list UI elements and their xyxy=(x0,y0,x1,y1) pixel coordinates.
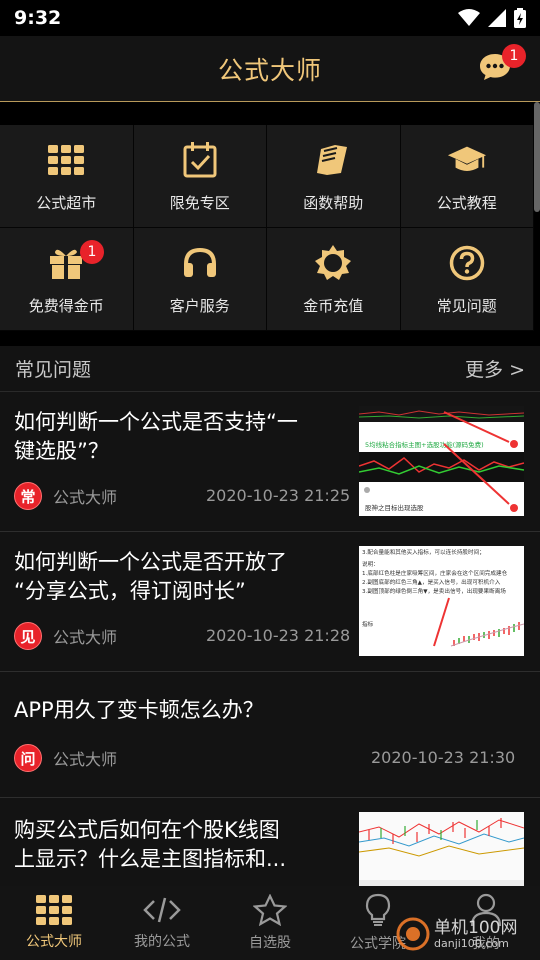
grid-icon xyxy=(36,895,72,925)
page-title: 公式大师 xyxy=(217,55,322,85)
thumb-caption: 3.副图顶部的绿色倒三角▼，是卖出信号，出现要果断离场 xyxy=(362,587,506,595)
article-thumbnail xyxy=(359,812,524,886)
grid-label: 免费得金币 xyxy=(28,296,104,315)
grid-item-tutorial[interactable]: 公式教程 xyxy=(400,125,534,228)
status-time: 9:32 xyxy=(14,7,62,29)
grid-item-free-zone[interactable]: 限免专区 xyxy=(133,125,267,228)
article-title: 购买公式后如何在个股K线图 上显示？什么是主图指标和... xyxy=(14,818,287,871)
nav-label: 自选股 xyxy=(249,935,291,951)
author: 公式大师 xyxy=(53,628,118,647)
feature-grid: 公式超市 限免专区 函数帮助 公式教程 免费得金币 1 客户服务 金币充值 常见… xyxy=(0,125,534,331)
bulb-icon xyxy=(365,893,391,926)
article-date: 2020-10-23 21:25 xyxy=(206,486,351,505)
star-icon xyxy=(253,894,287,926)
author: 公式大师 xyxy=(53,488,118,507)
grid-label: 常见问题 xyxy=(436,296,497,315)
grid-label: 公式教程 xyxy=(436,193,497,212)
grid-item-faq[interactable]: 常见问题 xyxy=(400,228,534,331)
battery-icon xyxy=(514,8,526,28)
message-badge: 1 xyxy=(502,44,526,68)
article-item[interactable]: 如何判断一个公式是否开放了 “分享公式，得订阅时长” 见 公式大师 2020-1… xyxy=(0,532,540,672)
watermark: 单机100网 danji100.com xyxy=(396,910,536,958)
article-meta: 常 公式大师 xyxy=(14,482,117,510)
sun-icon xyxy=(313,243,353,283)
article-date: 2020-10-23 21:28 xyxy=(206,626,351,645)
article-item[interactable]: 购买公式后如何在个股K线图 上显示？什么是主图指标和... xyxy=(0,798,540,886)
grid-label: 客户服务 xyxy=(169,296,230,315)
nav-tab-my-formulas[interactable]: 我的公式 xyxy=(108,886,216,960)
book-icon xyxy=(313,140,353,180)
headset-icon xyxy=(180,243,220,283)
faq-header: 常见问题 更多 > xyxy=(0,346,540,392)
watermark-text: 单机100网 danji100.com xyxy=(434,917,518,950)
status-bar: 9:32 xyxy=(0,0,540,36)
article-meta: 见 公式大师 xyxy=(14,622,117,650)
grid-label: 金币充值 xyxy=(303,296,364,315)
notification-badge: 1 xyxy=(80,240,104,264)
wifi-icon xyxy=(458,9,480,26)
code-icon xyxy=(143,897,181,923)
article-thumbnail: 5均线粘合指标主图+选股功能(源码免费) 股神之目标出现选股 xyxy=(359,406,524,516)
grid-item-free-coins[interactable]: 免费得金币 1 xyxy=(0,228,134,331)
status-icons xyxy=(458,8,526,28)
thumb-caption: 3.配合量能和其他买入指标，可以连长持股时间； xyxy=(362,548,485,556)
article-thumbnail: 3.配合量能和其他买入指标，可以连长持股时间； 说明： 1.底部红色柱是庄家吸筹… xyxy=(359,546,524,656)
thumb-caption: 股神之目标出现选股 xyxy=(365,503,424,512)
avatar: 问 xyxy=(14,744,42,772)
messages-button[interactable]: 1 xyxy=(478,44,526,88)
signal-icon xyxy=(488,9,506,27)
article-title: APP用久了变卡顿怎么办？ xyxy=(14,698,264,722)
calendar-check-icon xyxy=(180,140,220,180)
grid-label: 函数帮助 xyxy=(303,193,364,212)
thumb-caption: 1.底部红色柱是庄家吸筹区间，庄家会在这个区间完成建仓 xyxy=(362,569,508,577)
graduation-cap-icon xyxy=(447,140,487,180)
nav-tab-formula-master[interactable]: 公式大师 xyxy=(0,886,108,960)
article-item[interactable]: APP用久了变卡顿怎么办？ 问 公式大师 2020-10-23 21:30 xyxy=(0,672,540,798)
scrollbar[interactable] xyxy=(534,102,540,212)
app-header: 公式大师 1 xyxy=(0,36,540,102)
thumb-caption: 说明： xyxy=(362,560,379,568)
grid-item-function-help[interactable]: 函数帮助 xyxy=(267,125,401,228)
faq-title: 常见问题 xyxy=(15,359,92,381)
grid-label: 限免专区 xyxy=(169,193,230,212)
nav-tab-watchlist[interactable]: 自选股 xyxy=(216,886,324,960)
nav-label: 我的公式 xyxy=(134,934,190,950)
question-icon xyxy=(447,243,487,283)
article-title: 如何判断一个公式是否开放了 “分享公式，得订阅时长” xyxy=(14,550,287,603)
nav-label: 公式大师 xyxy=(26,934,82,950)
article-date: 2020-10-23 21:30 xyxy=(371,748,516,767)
grid-item-customer-service[interactable]: 客户服务 xyxy=(133,228,267,331)
grid-label: 公式超市 xyxy=(36,193,97,212)
avatar: 常 xyxy=(14,482,42,510)
watermark-logo-icon xyxy=(396,917,430,951)
avatar: 见 xyxy=(14,622,42,650)
more-link[interactable]: 更多 > xyxy=(465,355,525,382)
grid-item-recharge[interactable]: 金币充值 xyxy=(267,228,401,331)
thumb-caption: 指标 xyxy=(362,620,374,628)
grid-icon xyxy=(46,140,86,180)
article-meta: 问 公式大师 xyxy=(14,744,117,772)
author: 公式大师 xyxy=(53,750,118,769)
thumb-caption: 2.副图底部的红色三角▲，是买入信号，出现可积机介入 xyxy=(362,578,501,586)
article-item[interactable]: 如何判断一个公式是否支持“一 键选股”？ 常 公式大师 2020-10-23 2… xyxy=(0,392,540,532)
faq-section: 常见问题 更多 > 如何判断一个公式是否支持“一 键选股”？ 常 公式大师 20… xyxy=(0,346,540,886)
article-title: 如何判断一个公式是否支持“一 键选股”？ xyxy=(14,410,298,463)
thumb-caption: 5均线粘合指标主图+选股功能(源码免费) xyxy=(365,440,484,449)
grid-item-formula-market[interactable]: 公式超市 xyxy=(0,125,134,228)
